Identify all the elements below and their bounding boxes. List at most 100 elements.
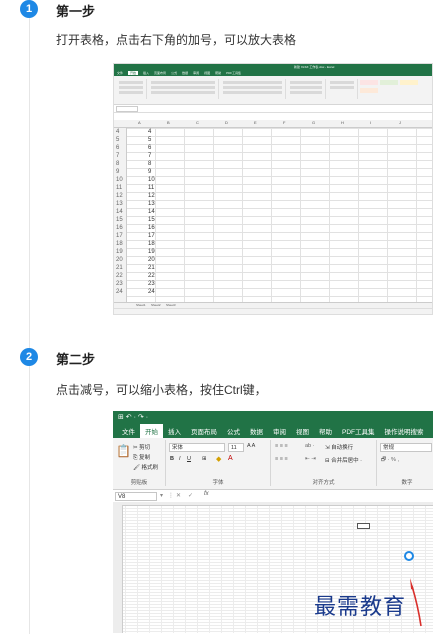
column-header[interactable]: J: [399, 120, 401, 125]
cell-value[interactable]: 23: [148, 280, 155, 288]
row-number[interactable]: 12: [116, 192, 123, 200]
ribbon-tab[interactable]: PDF工具集: [337, 424, 380, 438]
cell-value[interactable]: 8: [148, 160, 151, 168]
ribbon-tab[interactable]: 操作说明搜索: [380, 424, 429, 438]
number-format-icons[interactable]: 🗗 · % ,: [381, 456, 399, 465]
column-header[interactable]: A: [138, 120, 141, 125]
cell-value[interactable]: 16: [148, 224, 155, 232]
cell-value[interactable]: 4: [148, 128, 151, 136]
ribbon-tab[interactable]: 视图: [204, 71, 210, 75]
row-number[interactable]: 21: [116, 264, 123, 272]
column-header[interactable]: B: [167, 120, 170, 125]
font-name-select[interactable]: 宋体: [169, 443, 225, 452]
column-header[interactable]: H: [341, 120, 344, 125]
font-grow-icon[interactable]: A A: [247, 443, 255, 449]
enter-icon[interactable]: ✓: [188, 492, 193, 499]
ribbon-tab[interactable]: 帮助: [215, 71, 221, 75]
row-number[interactable]: 9: [116, 168, 119, 176]
cell-value[interactable]: 15: [148, 216, 155, 224]
row-number[interactable]: 14: [116, 208, 123, 216]
cell-value[interactable]: 17: [148, 232, 155, 240]
merge-center-button[interactable]: ⊟ 合并后居中 ·: [325, 456, 362, 464]
row-number[interactable]: 15: [116, 216, 123, 224]
cell-value[interactable]: 18: [148, 240, 155, 248]
ribbon-tab[interactable]: 视图: [291, 424, 314, 438]
cancel-icon[interactable]: ✕: [176, 492, 181, 499]
italic-button[interactable]: I: [179, 456, 181, 462]
ribbon-tab[interactable]: 审阅: [268, 424, 291, 438]
fill-color-icon[interactable]: ◆: [216, 455, 221, 463]
bold-button[interactable]: B: [170, 456, 174, 462]
underline-button[interactable]: U: [187, 456, 191, 462]
ribbon-tab[interactable]: 帮助: [314, 424, 337, 438]
cell-value[interactable]: 20: [148, 256, 155, 264]
ribbon-tab[interactable]: 公式: [171, 71, 177, 75]
ribbon-tab[interactable]: 审阅: [193, 71, 199, 75]
sheet-tab[interactable]: Sheet2: [151, 303, 161, 307]
ribbon-tab[interactable]: 开始: [128, 71, 139, 75]
paste-icon[interactable]: 📋: [116, 444, 131, 458]
row-number[interactable]: 13: [116, 200, 123, 208]
cell-value[interactable]: 13: [148, 200, 155, 208]
cell-value[interactable]: 21: [148, 264, 155, 272]
row-number[interactable]: 19: [116, 248, 123, 256]
orientation-icon[interactable]: ab ·: [305, 443, 314, 449]
cell-value[interactable]: 12: [148, 192, 155, 200]
row-number[interactable]: 23: [116, 280, 123, 288]
row-number[interactable]: 17: [116, 232, 123, 240]
cell-value[interactable]: 24: [148, 288, 155, 296]
sheet-tab[interactable]: Sheet3: [166, 303, 176, 307]
cell-value[interactable]: 5: [148, 136, 151, 144]
sheet-tab[interactable]: Sheet1: [136, 303, 146, 307]
ribbon-tab[interactable]: 数据: [245, 424, 268, 438]
row-number[interactable]: 16: [116, 224, 123, 232]
row-number[interactable]: 18: [116, 240, 123, 248]
ribbon-tab[interactable]: 页面布局: [154, 71, 166, 75]
ribbon-tab[interactable]: 插入: [143, 71, 149, 75]
row-number[interactable]: 7: [116, 152, 119, 160]
column-header[interactable]: C: [196, 120, 199, 125]
namebox-dropdown-icon[interactable]: ▾: [160, 492, 163, 499]
row-number[interactable]: 5: [116, 136, 119, 144]
row-number[interactable]: 22: [116, 272, 123, 280]
ribbon-tab[interactable]: 页面布局: [186, 424, 222, 438]
name-box[interactable]: V8: [115, 492, 157, 501]
ribbon-tab[interactable]: 公式: [222, 424, 245, 438]
align-horizontal-icons[interactable]: ≡ ≡ ≡: [275, 456, 288, 462]
column-header[interactable]: E: [254, 120, 257, 125]
column-header[interactable]: F: [283, 120, 285, 125]
row-number[interactable]: 11: [116, 184, 122, 192]
cell-value[interactable]: 22: [148, 272, 155, 280]
column-header[interactable]: D: [225, 120, 228, 125]
number-format-select[interactable]: 常规: [380, 443, 432, 452]
font-color-icon[interactable]: A: [228, 455, 233, 462]
row-number[interactable]: 10: [116, 176, 123, 184]
cell-value[interactable]: 14: [148, 208, 155, 216]
ribbon-tab[interactable]: 文件: [117, 424, 140, 438]
row-number[interactable]: 24: [116, 288, 123, 296]
border-icon[interactable]: ⊞: [202, 456, 207, 462]
format-painter-button[interactable]: 🖌 格式刷: [133, 463, 158, 471]
indent-icons[interactable]: ⇤ ⇥: [305, 456, 316, 462]
quick-access-toolbar[interactable]: ⊞ ↶ · ↷ ·: [118, 413, 148, 421]
cell-value[interactable]: 10: [148, 176, 155, 184]
font-size-select[interactable]: 11: [228, 443, 244, 452]
cell-value[interactable]: 19: [148, 248, 155, 256]
cell-value[interactable]: 7: [148, 152, 151, 160]
wrap-text-button[interactable]: ⇲ 自动换行: [325, 443, 353, 451]
cell-value[interactable]: 6: [148, 144, 151, 152]
cell-value[interactable]: 11: [148, 184, 154, 192]
ribbon-tab[interactable]: 开始: [140, 424, 163, 438]
selected-cell[interactable]: [357, 523, 370, 529]
row-number[interactable]: 8: [116, 160, 119, 168]
ribbon-tab[interactable]: 数据: [182, 71, 188, 75]
ribbon-tab[interactable]: PDF工具集: [226, 71, 241, 75]
name-box[interactable]: [116, 106, 138, 112]
copy-button[interactable]: ⎘ 复制: [133, 453, 150, 462]
cell-value[interactable]: 9: [148, 168, 151, 176]
row-number[interactable]: 4: [116, 128, 119, 136]
ribbon-tab[interactable]: 插入: [163, 424, 186, 438]
column-header[interactable]: G: [312, 120, 315, 125]
row-number[interactable]: 20: [116, 256, 123, 264]
insert-function-button[interactable]: fx: [204, 491, 209, 497]
